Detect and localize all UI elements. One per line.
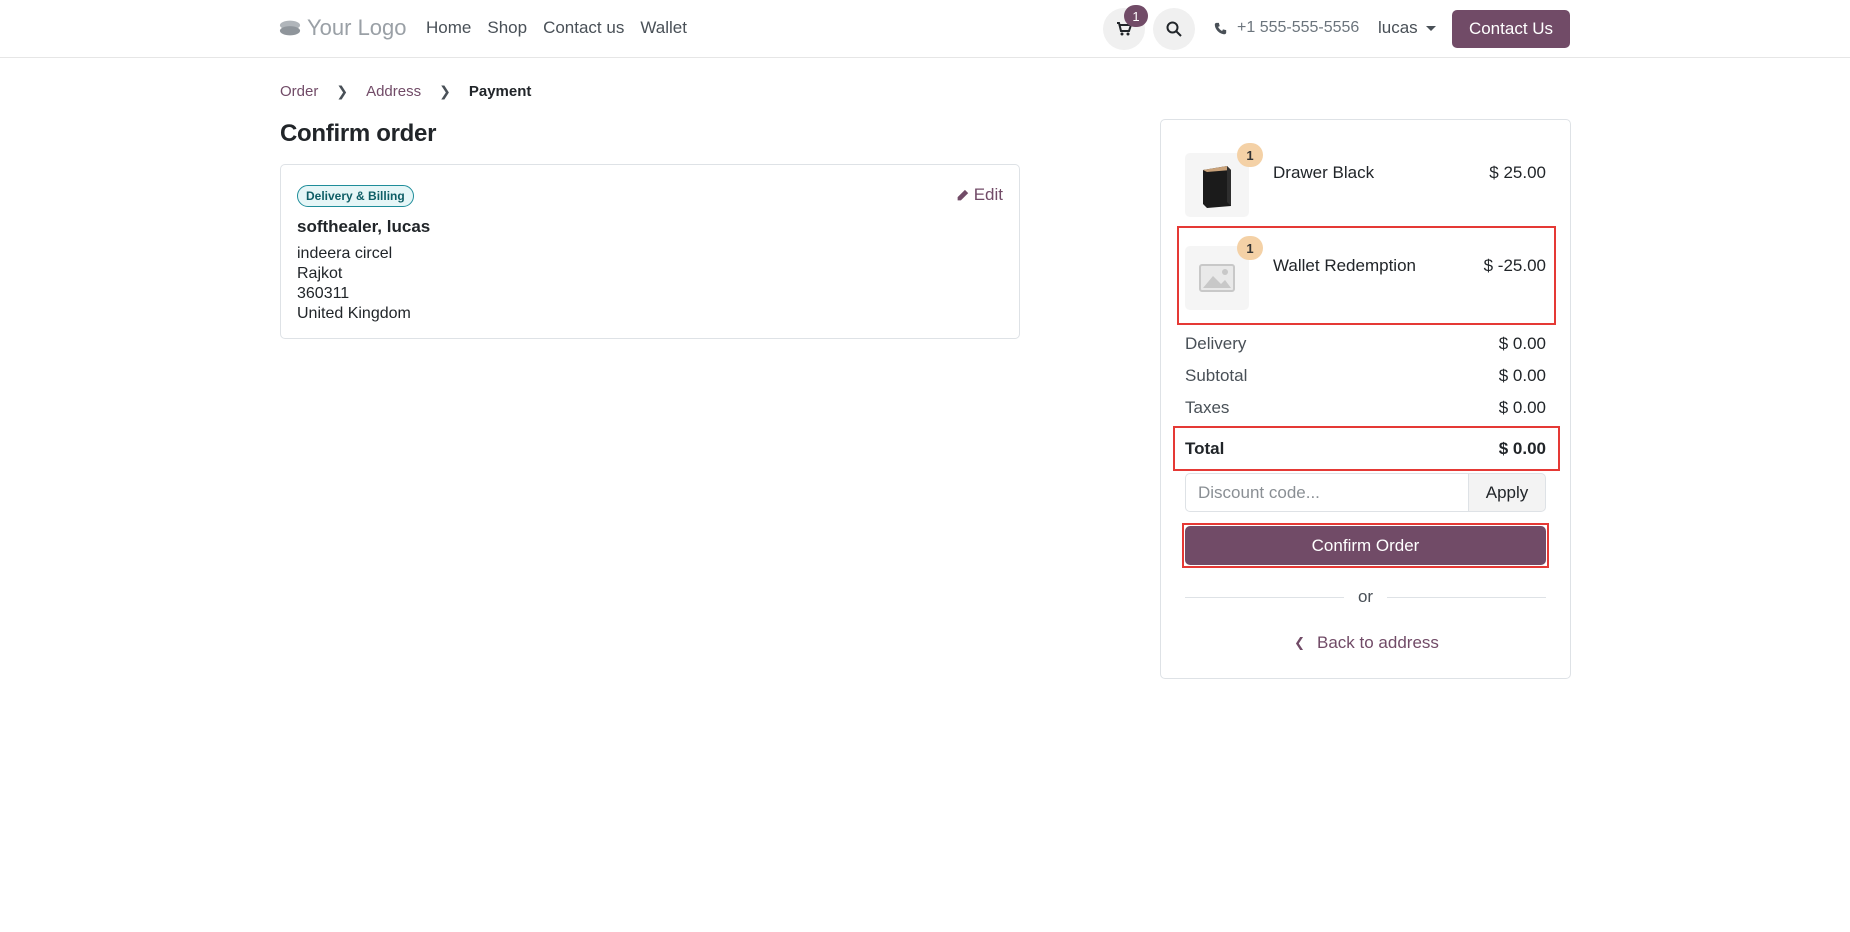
order-summary: 1 Drawer Black $ 25.00 1 Wallet Redempti… xyxy=(1160,119,1571,679)
highlight-box xyxy=(1182,523,1549,568)
main-nav: Home Shop Contact us Wallet xyxy=(426,18,687,38)
address-zip: 360311 xyxy=(297,285,350,302)
breadcrumb: Order ❯ Address ❯ Payment xyxy=(280,83,531,100)
page-title: Confirm order xyxy=(280,120,437,147)
breadcrumb-order[interactable]: Order xyxy=(280,83,318,100)
address-card: Delivery & Billing Edit softhealer, luca… xyxy=(280,164,1020,339)
nav-wallet[interactable]: Wallet xyxy=(640,18,687,38)
pencil-icon xyxy=(957,189,968,200)
delivery-row: Delivery $ 0.00 xyxy=(1185,334,1546,354)
caret-down-icon xyxy=(1425,25,1436,31)
delivery-value: $ 0.00 xyxy=(1498,334,1546,353)
address-lines: indeera circel Rajkot 360311 United King… xyxy=(297,244,411,324)
back-label: Back to address xyxy=(1317,633,1439,652)
logo-icon xyxy=(279,20,301,36)
discount-form: Apply xyxy=(1185,473,1546,512)
chevron-right-icon: ❯ xyxy=(336,83,349,99)
edit-address-button[interactable]: Edit xyxy=(956,185,1003,205)
subtotal-value: $ 0.00 xyxy=(1498,366,1546,385)
taxes-row: Taxes $ 0.00 xyxy=(1185,398,1546,418)
delivery-label: Delivery xyxy=(1185,334,1247,353)
address-city: Rajkot xyxy=(297,265,343,282)
item-price: $ 25.00 xyxy=(1489,163,1546,182)
highlight-box xyxy=(1173,426,1560,471)
address-name: softhealer, lucas xyxy=(297,217,431,236)
phone-icon xyxy=(1214,22,1227,34)
or-label: or xyxy=(1357,587,1374,606)
edit-label: Edit xyxy=(973,185,1003,204)
back-to-address-link[interactable]: ❮ Back to address xyxy=(1161,633,1572,653)
subtotal-label: Subtotal xyxy=(1185,366,1248,385)
chevron-left-icon: ❮ xyxy=(1294,635,1305,650)
subtotal-row: Subtotal $ 0.00 xyxy=(1185,366,1546,386)
line-item: 1 Drawer Black $ 25.00 xyxy=(1185,143,1546,219)
address-street: indeera circel xyxy=(297,245,393,262)
taxes-label: Taxes xyxy=(1185,398,1230,417)
phone-number: +1 555-555-5556 xyxy=(1237,19,1360,36)
nav-shop[interactable]: Shop xyxy=(487,18,527,38)
address-type-badge: Delivery & Billing xyxy=(297,185,414,207)
drawer-product-image xyxy=(1203,166,1231,208)
apply-discount-button[interactable]: Apply xyxy=(1468,473,1546,512)
nav-home[interactable]: Home xyxy=(426,18,471,38)
chevron-right-icon: ❯ xyxy=(439,83,451,99)
discount-code-input[interactable] xyxy=(1185,473,1468,512)
or-divider: or xyxy=(1185,587,1546,607)
address-country: United Kingdom xyxy=(297,305,411,322)
highlight-box xyxy=(1177,226,1556,325)
cart-count-badge: 1 xyxy=(1124,5,1148,27)
search-button[interactable] xyxy=(1153,8,1195,50)
divider-line xyxy=(1387,596,1546,598)
logo[interactable]: Your Logo xyxy=(279,15,407,41)
user-menu[interactable]: lucas xyxy=(1378,18,1436,38)
breadcrumb-address[interactable]: Address xyxy=(366,83,421,100)
divider-line xyxy=(1185,596,1344,598)
search-icon xyxy=(1166,21,1182,37)
phone-link[interactable]: +1 555-555-5556 xyxy=(1214,19,1359,37)
logo-text: Your Logo xyxy=(307,15,407,40)
taxes-value: $ 0.00 xyxy=(1498,398,1546,417)
contact-us-button[interactable]: Contact Us xyxy=(1452,10,1570,48)
site-header: Your Logo Home Shop Contact us Wallet 1 … xyxy=(0,0,1850,58)
item-name: Drawer Black xyxy=(1273,163,1375,182)
breadcrumb-payment: Payment xyxy=(468,83,532,100)
quantity-badge: 1 xyxy=(1237,143,1263,167)
nav-contact-us[interactable]: Contact us xyxy=(543,18,624,38)
user-name: lucas xyxy=(1378,18,1418,37)
